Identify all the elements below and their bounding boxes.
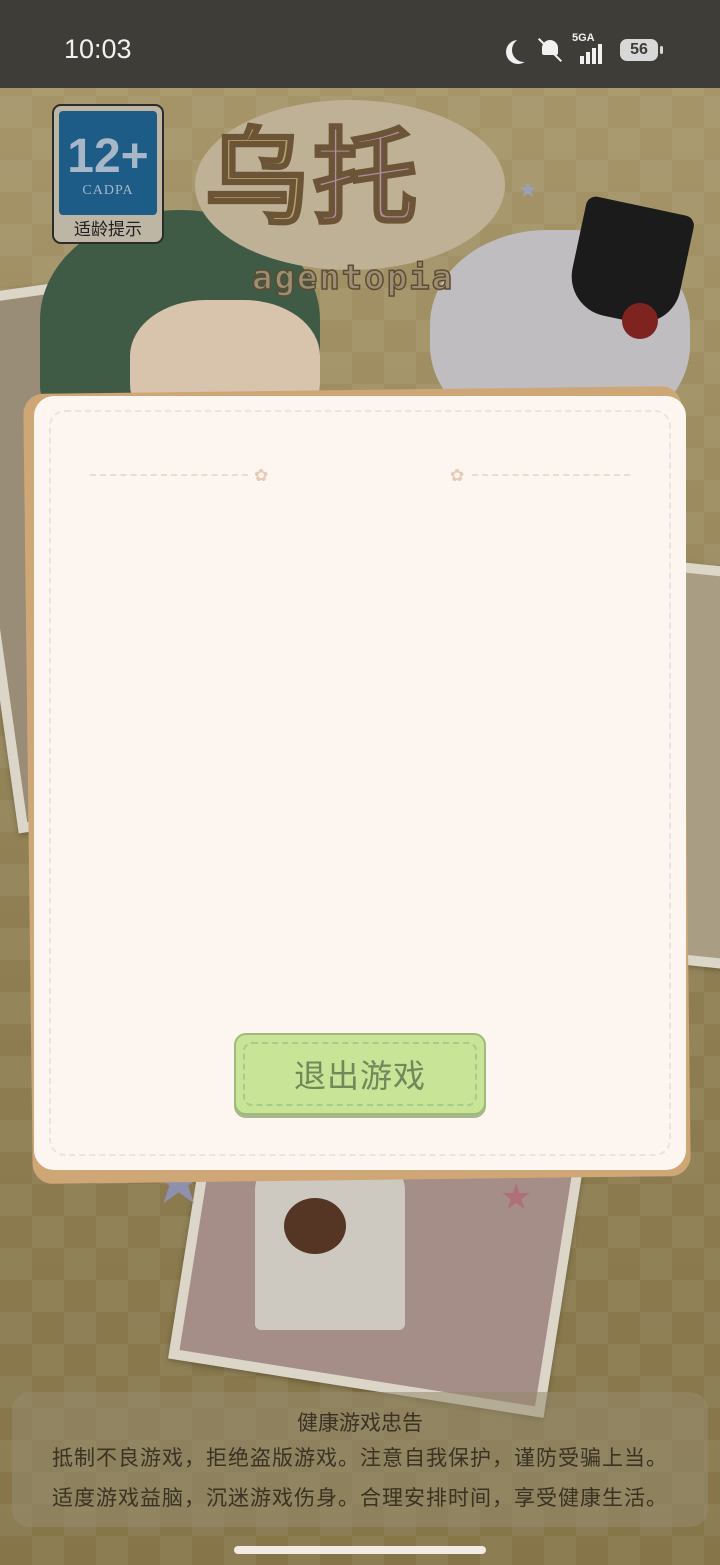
battery-icon: 56 [620, 39, 663, 61]
rose-icon [622, 303, 658, 339]
star-icon: ★ [518, 178, 538, 203]
health-notice-line: 适度游戏益脑，沉迷游戏伤身。合理安排时间，享受健康生活。 [52, 1486, 668, 1510]
star-icon: ★ [500, 1177, 533, 1218]
flower-icon: ✿ [450, 466, 465, 486]
bear-icon [284, 1198, 346, 1254]
age-rating-number: 12+ [67, 130, 149, 183]
health-notice-line: 抵制不良游戏，拒绝盗版游戏。注意自我保护，谨防受骗上当。 [52, 1446, 668, 1470]
status-bar: 10:03 5GA 56 [0, 0, 720, 88]
game-logo-title: 乌托 [203, 108, 505, 248]
dialog-ornament-left: ✿ [90, 467, 270, 485]
status-icons: 5GA 56 [504, 32, 663, 66]
age-rating-badge[interactable]: 12+ CADPA 适龄提示 [52, 104, 164, 244]
home-indicator[interactable] [234, 1546, 486, 1554]
age-rating-caption: 适龄提示 [74, 220, 142, 240]
age-rating-panel: 12+ CADPA [59, 111, 157, 215]
logo-char-2: 托 [312, 116, 422, 241]
exit-game-button[interactable]: 退出游戏 [234, 1033, 486, 1115]
exit-game-label: 退出游戏 [293, 1057, 426, 1095]
dialog-ornament-right: ✿ [450, 467, 630, 485]
signal-icon: 5GA [572, 32, 610, 64]
network-type: 5GA [572, 32, 595, 44]
moon-icon [512, 38, 536, 62]
game-logo-subtitle: agentopia [251, 257, 455, 299]
status-time: 10:03 [64, 34, 132, 64]
logo-char-1: 乌 [203, 116, 314, 241]
mute-bell-icon [537, 37, 563, 63]
flower-icon: ✿ [254, 466, 269, 486]
health-notice-title: 健康游戏忠告 [297, 1411, 423, 1435]
age-rating-org: CADPA [82, 183, 134, 198]
